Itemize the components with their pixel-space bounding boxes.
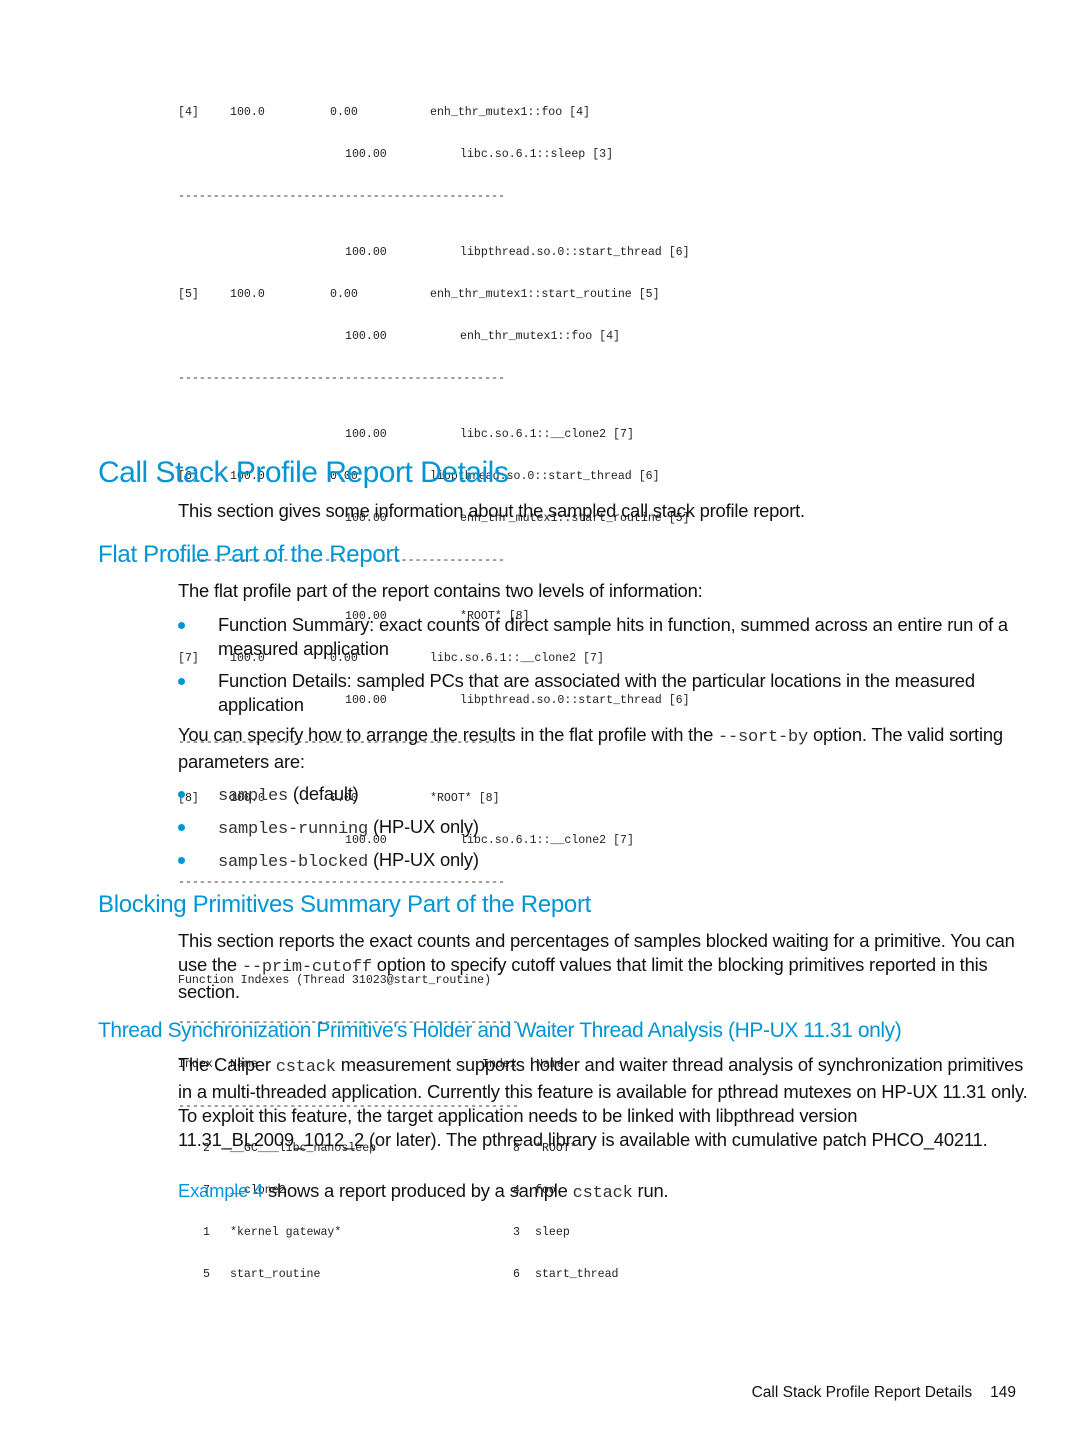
- call-graph-parent-line: 100.00 libpthread.so.0::start_thread [6]: [345, 246, 690, 259]
- call-graph-primary-line: [4] 100.0 0.00 enh_thr_mutex1::foo [4]: [178, 106, 591, 119]
- bullet-item: Function Details: sampled PCs that are a…: [178, 669, 1028, 717]
- call-graph-child-line: 100.00 libc.so.6.1::sleep [3]: [345, 148, 614, 161]
- sort-by-paragraph: You can specify how to arrange the resul…: [178, 724, 1003, 772]
- separator-line: ----------------------------------------…: [178, 372, 505, 385]
- separator-line: ----------------------------------------…: [178, 190, 505, 203]
- sort-by-option: --sort-by: [718, 728, 809, 747]
- prim-cutoff-option: --prim-cutoff: [241, 958, 372, 977]
- bullet-icon: [178, 622, 185, 629]
- example-reference-paragraph: Example 4 shows a report produced by a s…: [178, 1180, 669, 1203]
- call-graph-child-line: 100.00 enh_thr_mutex1::foo [4]: [345, 330, 621, 343]
- function-index-row: 5 start_routine 6 start_thread: [203, 1268, 619, 1281]
- call-graph-primary-line: [5] 100.0 0.00 enh_thr_mutex1::start_routin…: [178, 288, 660, 301]
- section-title-thread-sync: Thread Synchronization Primitive's Holde…: [98, 1019, 902, 1042]
- function-index-row: 1 *kernel gateway* 3 sleep: [203, 1226, 570, 1239]
- flat-profile-intro: The flat profile part of the report cont…: [178, 580, 703, 601]
- page-number: 149: [990, 1384, 1016, 1401]
- separator-line: ----------------------------------------…: [178, 876, 505, 889]
- footer-section-title: Call Stack Profile Report Details: [751, 1384, 973, 1401]
- section-title-flat-profile: Flat Profile Part of the Report: [98, 541, 400, 568]
- bullet-icon: [178, 791, 185, 798]
- bullet-icon: [178, 678, 185, 685]
- page-footer: Call Stack Profile Report Details 149: [752, 1384, 1016, 1402]
- thread-sync-paragraph: The Caliper cstack measurement supports …: [178, 1054, 1028, 1150]
- section-title-blocking-primitives: Blocking Primitives Summary Part of the …: [98, 891, 592, 918]
- blocking-primitives-paragraph: This section reports the exact counts an…: [178, 930, 1015, 1002]
- section-intro: This section gives some information abou…: [178, 500, 805, 521]
- sort-param-item: samples (default): [178, 782, 1028, 809]
- sort-param-item: samples-running (HP-UX only): [178, 815, 1028, 842]
- example-4-link[interactable]: Example 4: [178, 1180, 263, 1201]
- call-graph-parent-line: 100.00 libc.so.6.1::__clone2 [7]: [345, 428, 634, 441]
- sort-param-item: samples-blocked (HP-UX only): [178, 848, 1028, 875]
- bullet-item: Function Summary: exact counts of direct…: [178, 613, 1028, 661]
- section-title-call-stack-profile: Call Stack Profile Report Details: [98, 456, 509, 489]
- bullet-icon: [178, 857, 185, 864]
- bullet-icon: [178, 824, 185, 831]
